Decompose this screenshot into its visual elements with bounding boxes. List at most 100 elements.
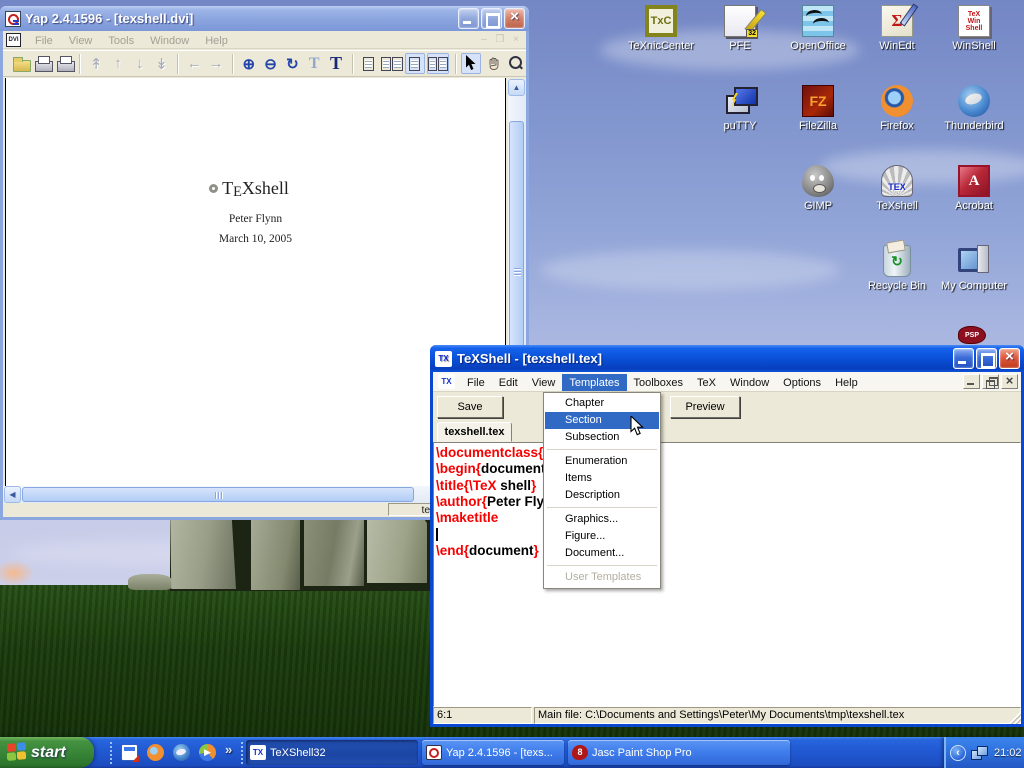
taskbar-button-texshell[interactable]: TXTeXShell32 [246, 740, 418, 765]
menu-view[interactable]: View [525, 374, 563, 392]
minimize-button[interactable] [458, 8, 479, 29]
single-page-view-icon[interactable] [359, 53, 379, 74]
horizontal-scroll-thumb[interactable] [22, 487, 414, 502]
mdi-close-button[interactable] [1001, 374, 1018, 389]
winedt-icon[interactable]: Σ [881, 5, 913, 37]
tray-chevron-button[interactable]: ‹ [950, 745, 966, 761]
next-page-icon[interactable]: ↓ [130, 53, 150, 74]
zoom-out-icon[interactable]: ⊖ [261, 53, 281, 74]
firefox-icon[interactable] [881, 85, 913, 117]
desktop-icon-texniccenter[interactable]: TxCTeXnicCenter [623, 5, 699, 52]
texniccenter-icon[interactable]: TxC [645, 5, 677, 37]
print-range-icon[interactable] [54, 53, 74, 74]
mdi-restore-button[interactable] [982, 374, 999, 389]
hand-tool-icon[interactable] [483, 53, 503, 74]
yap-menu-file[interactable]: File [27, 33, 61, 49]
code-editor[interactable]: \documentclass{\begin{document}\title{\T… [433, 442, 1021, 707]
mdi-minimize-button[interactable] [963, 374, 980, 389]
thunderbird-icon[interactable] [958, 85, 990, 117]
gimp-icon[interactable] [802, 165, 834, 197]
network-icon[interactable] [971, 746, 987, 760]
desktop-icon-putty[interactable]: puTTY [702, 85, 778, 132]
desktop-icon-recycle-bin[interactable]: ↻Recycle Bin [859, 245, 935, 292]
menu-options[interactable]: Options [776, 374, 828, 392]
desktop-icon-my-computer[interactable]: My Computer [936, 245, 1012, 292]
yap-menu-window[interactable]: Window [142, 33, 197, 49]
pfe-icon[interactable]: 32 [724, 5, 756, 37]
desktop-icon-gimp[interactable]: GIMP [780, 165, 856, 212]
desktop-icon-openoffice[interactable]: OpenOffice [780, 5, 856, 52]
yap-menu-view[interactable]: View [61, 33, 101, 49]
start-button[interactable]: start [0, 737, 94, 768]
last-page-icon[interactable]: ↡ [152, 53, 172, 74]
texshell-icon[interactable]: TEX [881, 165, 913, 197]
close-button[interactable] [504, 8, 525, 29]
desktop-icon-winshell[interactable]: TeX Win ShellWinShell [936, 5, 1012, 52]
desktop-icon-thunderbird[interactable]: Thunderbird [936, 85, 1012, 132]
firefox-icon[interactable] [147, 744, 164, 761]
openoffice-icon[interactable] [802, 5, 834, 37]
menu-tex[interactable]: TeX [690, 374, 723, 392]
taskbar-button-psp[interactable]: 8Jasc Paint Shop Pro [568, 740, 790, 765]
maximize-button[interactable] [481, 8, 502, 29]
facing-page-view-icon[interactable] [381, 53, 403, 74]
menu-item-items[interactable]: Items [545, 470, 659, 487]
desktop-icon-paint-shop-pro[interactable]: PSP [934, 326, 1010, 344]
desktop-icon-winedt[interactable]: ΣWinEdt [859, 5, 935, 52]
forward-icon[interactable]: → [206, 53, 226, 74]
menu-window[interactable]: Window [723, 374, 776, 392]
magnify-tool-icon[interactable] [505, 53, 525, 74]
recycle-bin-icon[interactable]: ↻ [883, 245, 911, 277]
my-computer-icon[interactable] [958, 245, 990, 277]
desktop-icon-texshell[interactable]: TEXTeXshell [859, 165, 935, 212]
menu-item-figure[interactable]: Figure... [545, 528, 659, 545]
menu-toolboxes[interactable]: Toolboxes [627, 374, 691, 392]
menu-item-enumeration[interactable]: Enumeration [545, 453, 659, 470]
menu-edit[interactable]: Edit [492, 374, 525, 392]
yap-menu-help[interactable]: Help [197, 33, 236, 49]
minimize-button[interactable] [953, 348, 974, 369]
refresh-icon[interactable]: ↻ [282, 53, 302, 74]
desktop-icon-firefox[interactable]: Firefox [859, 85, 935, 132]
zoom-in-icon[interactable]: ⊕ [239, 53, 259, 74]
continuous-facing-view-icon[interactable] [427, 53, 449, 74]
continuous-view-icon[interactable] [405, 53, 425, 74]
acrobat-icon[interactable]: A [958, 165, 990, 197]
menu-help[interactable]: Help [828, 374, 865, 392]
scroll-left-button[interactable]: ◀ [4, 486, 21, 503]
media-player-icon[interactable]: ▶ [199, 744, 216, 761]
tab-texshell-tex[interactable]: texshell.tex [437, 422, 512, 442]
putty-icon[interactable] [724, 85, 756, 117]
desktop-icon-acrobat[interactable]: AAcrobat [936, 165, 1012, 212]
menu-file[interactable]: File [460, 374, 492, 392]
filezilla-icon[interactable]: FZ [802, 85, 834, 117]
desktop-icon-pfe[interactable]: 32PFE [702, 5, 778, 52]
maximize-button[interactable] [976, 348, 997, 369]
back-icon[interactable]: ← [184, 53, 204, 74]
yap-titlebar[interactable]: Yap 2.4.1596 - [texshell.dvi] [0, 6, 529, 31]
close-button[interactable] [999, 348, 1020, 369]
text-tool-icon[interactable]: T [326, 53, 346, 74]
menu-item-description[interactable]: Description [545, 487, 659, 504]
yap-menu-tools[interactable]: Tools [100, 33, 142, 49]
desktop-icon-filezilla[interactable]: FZFileZilla [780, 85, 856, 132]
save-button[interactable]: Save [437, 396, 503, 418]
winshell-icon[interactable]: TeX Win Shell [958, 5, 990, 37]
menu-item-chapter[interactable]: Chapter [545, 395, 659, 412]
taskbar-button-yap[interactable]: Yap 2.4.1596 - [texs... [422, 740, 564, 765]
menu-item-document[interactable]: Document... [545, 545, 659, 562]
menu-templates[interactable]: Templates [562, 374, 626, 392]
first-page-icon[interactable]: ↟ [86, 53, 106, 74]
resize-grip[interactable] [1008, 711, 1021, 724]
texshell-titlebar[interactable]: TX TeXShell - [texshell.tex] [430, 345, 1024, 372]
show-desktop-icon[interactable] [121, 744, 138, 761]
quick-launch-overflow-chevron[interactable]: » [225, 742, 232, 757]
print-icon[interactable] [32, 53, 52, 74]
scroll-up-button[interactable]: ▲ [508, 79, 525, 96]
menu-item-graphics[interactable]: Graphics... [545, 511, 659, 528]
thunderbird-icon[interactable] [173, 744, 190, 761]
open-icon[interactable] [10, 53, 30, 74]
paint-shop-pro-icon[interactable]: PSP [958, 326, 986, 344]
select-tool-icon[interactable] [461, 53, 481, 74]
preview-button[interactable]: Preview [670, 396, 740, 418]
